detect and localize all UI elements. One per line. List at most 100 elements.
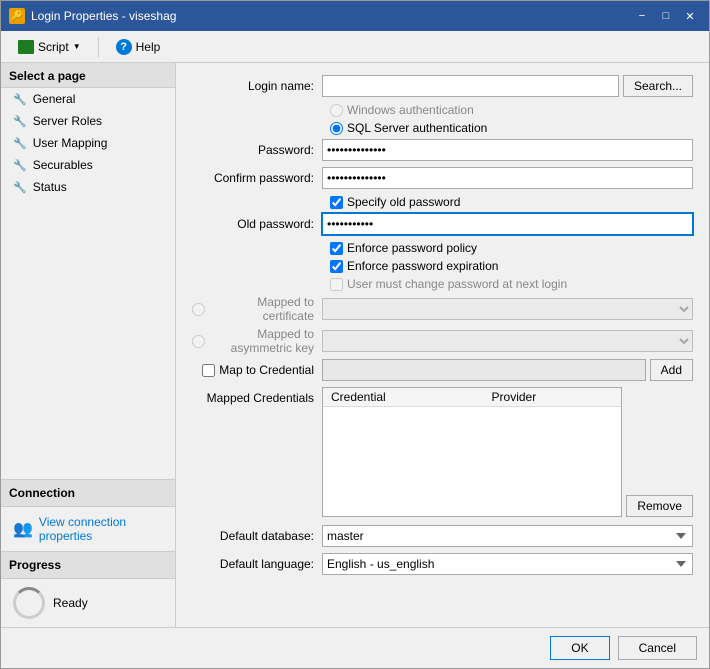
must-change-checkbox[interactable] — [330, 278, 343, 291]
view-connection-link[interactable]: View connection properties — [39, 515, 163, 543]
script-button[interactable]: Script ▼ — [9, 36, 90, 58]
credential-col-header: Credential — [323, 388, 484, 407]
enforce-expiration-row: Enforce password expiration — [192, 259, 693, 273]
enforce-expiration-checkbox[interactable] — [330, 260, 343, 273]
mapped-credentials-table-wrap: Credential Provider — [322, 387, 622, 517]
window-icon: 🔑 — [9, 8, 25, 24]
help-icon: ? — [116, 39, 132, 55]
default-database-select[interactable]: master — [322, 525, 693, 547]
default-language-label: Default language: — [192, 557, 322, 571]
search-button[interactable]: Search... — [623, 75, 693, 97]
sql-auth-radio[interactable] — [330, 122, 343, 135]
confirm-password-input[interactable] — [322, 167, 693, 189]
windows-auth-radio[interactable] — [330, 104, 343, 117]
toolbar-separator — [98, 37, 99, 57]
connection-icon: 👥 — [13, 519, 33, 539]
map-credential-label: Map to Credential — [219, 363, 314, 377]
mapped-credentials-section: Mapped Credentials Credential Provider — [192, 387, 693, 517]
add-button[interactable]: Add — [650, 359, 693, 381]
sidebar-label-server-roles: Server Roles — [33, 114, 102, 128]
mapped-key-row: Mapped to asymmetric key — [192, 327, 693, 355]
sidebar-label-status: Status — [33, 180, 67, 194]
script-icon — [18, 40, 34, 54]
restore-button[interactable]: □ — [655, 7, 677, 25]
progress-section-label: Progress — [1, 551, 175, 579]
map-credential-select[interactable] — [322, 359, 646, 381]
ok-button[interactable]: OK — [550, 636, 609, 660]
default-language-row: Default language: English - us_english — [192, 553, 693, 575]
mapped-cert-select[interactable] — [322, 298, 693, 320]
progress-status: Ready — [53, 596, 88, 610]
confirm-password-label: Confirm password: — [192, 171, 322, 185]
mapped-key-label: Mapped to asymmetric key — [192, 327, 322, 355]
minimize-button[interactable]: − — [631, 7, 653, 25]
help-label: Help — [136, 40, 161, 54]
connection-section-label: Connection — [1, 479, 175, 507]
mapped-credentials-label: Mapped Credentials — [192, 387, 322, 517]
must-change-label: User must change password at next login — [347, 277, 567, 291]
progress-content: Ready — [1, 579, 175, 627]
script-dropdown-icon: ▼ — [73, 42, 81, 51]
login-name-label: Login name: — [192, 79, 322, 93]
map-credential-row: Map to Credential Add — [192, 359, 693, 381]
old-password-input[interactable] — [322, 213, 693, 235]
enforce-policy-label: Enforce password policy — [347, 241, 477, 255]
main-content: Select a page 🔧 General 🔧 Server Roles 🔧… — [1, 63, 709, 627]
default-database-row: Default database: master — [192, 525, 693, 547]
sidebar-item-user-mapping[interactable]: 🔧 User Mapping — [1, 132, 175, 154]
login-name-row: Login name: Search... — [192, 75, 693, 97]
footer: OK Cancel — [1, 627, 709, 668]
map-credential-label-spacer: Map to Credential — [192, 363, 322, 377]
wrench-icon-server-roles: 🔧 — [13, 115, 27, 128]
enforce-policy-row: Enforce password policy — [192, 241, 693, 255]
sidebar-item-general[interactable]: 🔧 General — [1, 88, 175, 110]
login-name-input[interactable] — [322, 75, 619, 97]
windows-auth-label: Windows authentication — [347, 103, 474, 117]
wrench-icon-user-mapping: 🔧 — [13, 137, 27, 150]
specify-old-password-checkbox[interactable] — [330, 196, 343, 209]
window-title: Login Properties - viseshag — [31, 9, 176, 23]
mapped-credentials-table: Credential Provider — [323, 388, 621, 407]
select-page-label: Select a page — [1, 63, 175, 88]
remove-button[interactable]: Remove — [626, 495, 693, 517]
sidebar-item-securables[interactable]: 🔧 Securables — [1, 154, 175, 176]
provider-col-header: Provider — [484, 388, 622, 407]
sidebar: Select a page 🔧 General 🔧 Server Roles 🔧… — [1, 63, 176, 627]
mapped-cert-label: Mapped to certificate — [192, 295, 322, 323]
must-change-row: User must change password at next login — [192, 277, 693, 291]
close-button[interactable]: ✕ — [679, 7, 701, 25]
script-label: Script — [38, 40, 69, 54]
mapped-cert-radio[interactable] — [192, 303, 205, 316]
right-panel: Login name: Search... Windows authentica… — [176, 63, 709, 627]
password-input[interactable] — [322, 139, 693, 161]
wrench-icon-status: 🔧 — [13, 181, 27, 194]
sidebar-item-server-roles[interactable]: 🔧 Server Roles — [1, 110, 175, 132]
windows-auth-row: Windows authentication — [192, 103, 693, 117]
toolbar: Script ▼ ? Help — [1, 31, 709, 63]
help-button[interactable]: ? Help — [107, 35, 170, 59]
default-database-label: Default database: — [192, 529, 322, 543]
mapped-key-select[interactable] — [322, 330, 693, 352]
specify-old-password-label: Specify old password — [347, 195, 460, 209]
old-password-row: Old password: — [192, 213, 693, 235]
wrench-icon-securables: 🔧 — [13, 159, 27, 172]
default-language-select[interactable]: English - us_english — [322, 553, 693, 575]
cancel-button[interactable]: Cancel — [618, 636, 697, 660]
map-credential-checkbox[interactable] — [202, 364, 215, 377]
old-password-label: Old password: — [192, 217, 322, 231]
enforce-policy-checkbox[interactable] — [330, 242, 343, 255]
sql-auth-row: SQL Server authentication — [192, 121, 693, 135]
specify-old-password-row: Specify old password — [192, 195, 693, 209]
sidebar-label-user-mapping: User Mapping — [33, 136, 108, 150]
mapped-key-radio[interactable] — [192, 335, 205, 348]
sidebar-label-securables: Securables — [33, 158, 93, 172]
mapped-cert-row: Mapped to certificate — [192, 295, 693, 323]
password-label: Password: — [192, 143, 322, 157]
enforce-expiration-label: Enforce password expiration — [347, 259, 498, 273]
title-controls: − □ ✕ — [631, 7, 701, 25]
sidebar-item-status[interactable]: 🔧 Status — [1, 176, 175, 198]
title-bar-left: 🔑 Login Properties - viseshag — [9, 8, 176, 24]
sidebar-label-general: General — [33, 92, 76, 106]
wrench-icon-general: 🔧 — [13, 93, 27, 106]
password-row: Password: — [192, 139, 693, 161]
